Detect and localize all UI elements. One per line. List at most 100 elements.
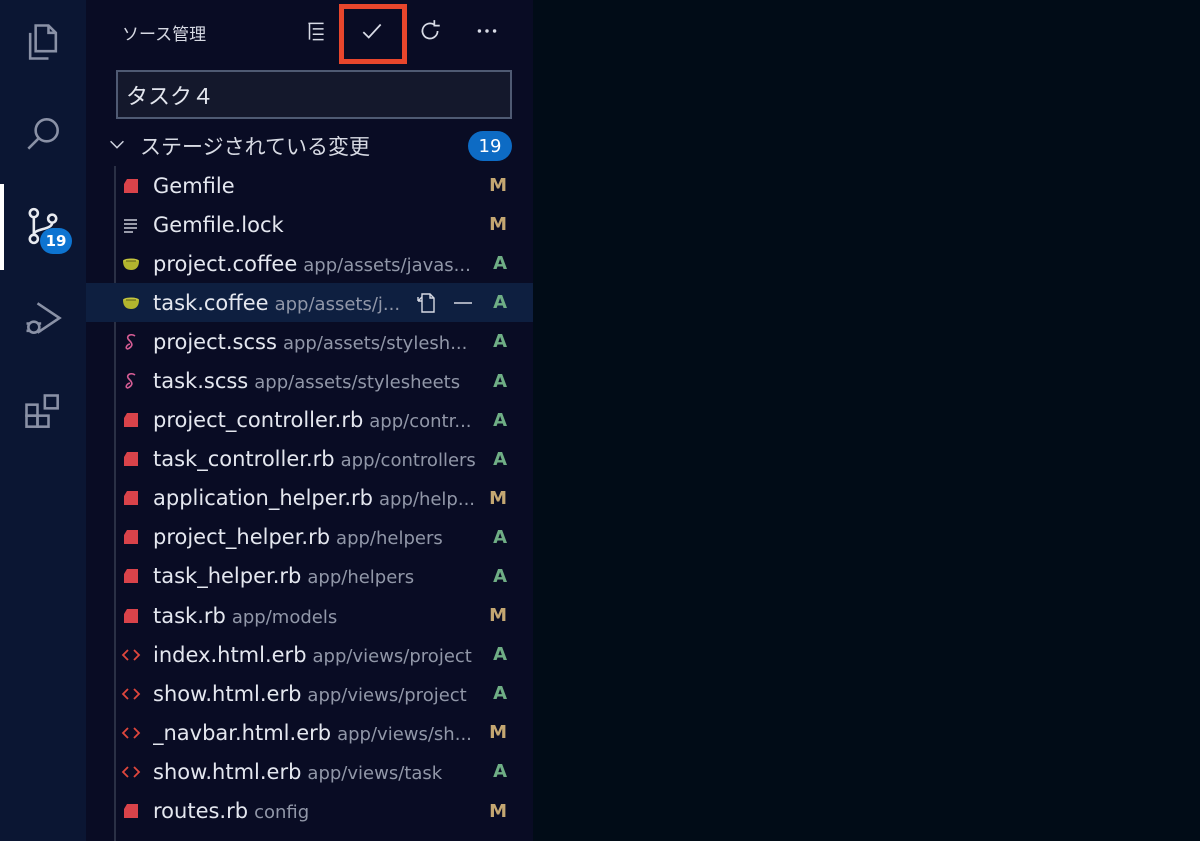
file-status: A: [493, 683, 507, 705]
file-path: app/views/sh...: [337, 723, 472, 745]
staged-count-badge: 19: [468, 131, 512, 161]
file-row[interactable]: project.coffee app/assets/javas... A: [86, 244, 533, 283]
file-row[interactable]: task.rb app/models M: [86, 596, 533, 635]
file-status: M: [489, 214, 507, 236]
file-label: index.html.erb app/views/project: [153, 643, 479, 667]
search-button[interactable]: [0, 94, 86, 174]
commit-message-input[interactable]: [116, 70, 512, 119]
file-path: app/helpers: [307, 567, 415, 589]
refresh-button[interactable]: [410, 10, 450, 52]
open-file-icon[interactable]: [413, 289, 441, 317]
file-status: A: [493, 761, 507, 783]
file-label: task_helper.rb app/helpers: [153, 564, 479, 588]
file-label: task.coffee app/assets/j...: [153, 291, 419, 315]
file-name: show.html.erb: [153, 681, 302, 706]
file-name: task_helper.rb: [153, 564, 302, 589]
files-icon: [28, 24, 58, 60]
view-as-tree-icon: [308, 22, 324, 41]
more-actions-button[interactable]: [467, 10, 507, 52]
file-label: task_controller.rb app/controllers: [153, 447, 479, 471]
explorer-button[interactable]: [0, 2, 86, 82]
file-label: application_helper.rb app/help...: [153, 486, 479, 510]
file-row[interactable]: routes.rb config M: [86, 792, 533, 831]
file-label: _navbar.html.erb app/views/sh...: [153, 721, 479, 745]
file-row[interactable]: task.scss app/assets/stylesheets A: [86, 361, 533, 400]
html-icon: [120, 683, 142, 705]
file-name: project.scss: [153, 329, 277, 354]
extensions-button[interactable]: [0, 372, 86, 452]
file-row[interactable]: Gemfile M: [86, 166, 533, 205]
commit-highlight-box: [339, 4, 407, 64]
ruby-icon: [120, 605, 142, 627]
file-name: task.coffee: [153, 290, 269, 315]
file-name: Gemfile: [153, 173, 235, 198]
ruby-icon: [120, 409, 142, 431]
file-status: M: [489, 487, 507, 509]
file-status: A: [493, 644, 507, 666]
unstage-icon[interactable]: [449, 289, 477, 317]
file-path: app/assets/j...: [274, 293, 401, 315]
file-path: app/controllers: [340, 450, 476, 472]
file-path: app/views/task: [307, 762, 443, 784]
file-status: A: [493, 409, 507, 431]
file-label: routes.rb config: [153, 799, 479, 823]
search-icon: [27, 118, 59, 150]
activity-bar: 19: [0, 0, 86, 841]
file-status: A: [493, 331, 507, 353]
file-status: A: [493, 292, 507, 314]
ruby-icon: [120, 487, 142, 509]
file-label: project.coffee app/assets/javas...: [153, 252, 479, 276]
run-debug-button[interactable]: [0, 278, 86, 358]
ruby-icon: [120, 448, 142, 470]
file-row[interactable]: task.coffee app/assets/j... A: [86, 283, 533, 323]
staged-changes-label: ステージされている変更: [140, 135, 370, 159]
file-row[interactable]: index.html.erb app/views/project A: [86, 635, 533, 674]
sass-icon: [120, 370, 142, 392]
source-control-button[interactable]: [0, 186, 86, 266]
file-path: app/contr...: [369, 411, 472, 433]
file-name: routes.rb: [153, 799, 249, 824]
file-status: A: [493, 370, 507, 392]
ruby-icon: [120, 565, 142, 587]
file-label: project_controller.rb app/contr...: [153, 408, 479, 432]
html-icon: [120, 644, 142, 666]
file-row[interactable]: Gemfile.lock M: [86, 205, 533, 244]
file-row[interactable]: project_controller.rb app/contr... A: [86, 401, 533, 440]
file-status: A: [493, 253, 507, 275]
file-row[interactable]: project.scss app/assets/stylesh... A: [86, 322, 533, 361]
file-name: task.scss: [153, 369, 249, 394]
file-row[interactable]: show.html.erb app/views/task A: [86, 752, 533, 791]
file-label: show.html.erb app/views/task: [153, 760, 479, 784]
file-row[interactable]: show.html.erb app/views/project A: [86, 674, 533, 713]
more-icon: [477, 29, 497, 33]
file-row[interactable]: _navbar.html.erb app/views/sh... M: [86, 713, 533, 752]
file-path: config: [254, 802, 310, 824]
file-row[interactable]: task_helper.rb app/helpers A: [86, 557, 533, 596]
file-status: M: [489, 605, 507, 627]
coffee-icon: [120, 292, 142, 314]
file-status: A: [493, 526, 507, 548]
file-row[interactable]: project_helper.rb app/helpers A: [86, 518, 533, 557]
file-path: app/assets/stylesh...: [282, 332, 468, 354]
file-status: M: [489, 175, 507, 197]
view-as-tree-button[interactable]: [296, 10, 336, 52]
row-actions: [413, 289, 477, 317]
file-name: task_controller.rb: [153, 447, 335, 472]
coffee-icon: [120, 253, 142, 275]
editor-area: [533, 0, 1200, 841]
staged-file-list: Gemfile M Gemfile.lock Mproject.coffee app/a…: [86, 166, 533, 831]
file-row[interactable]: application_helper.rb app/help... M: [86, 479, 533, 518]
file-row[interactable]: task_controller.rb app/controllers A: [86, 440, 533, 479]
ruby-icon: [120, 526, 142, 548]
file-path: app/views/project: [307, 684, 467, 706]
file-status: M: [489, 722, 507, 744]
refresh-icon: [421, 20, 440, 40]
extensions-icon: [25, 394, 59, 428]
file-name: project_controller.rb: [153, 408, 364, 433]
source-control-badge: 19: [40, 228, 72, 254]
run-debug-icon: [26, 302, 62, 334]
file-label: task.scss app/assets/stylesheets: [153, 369, 479, 393]
staged-changes-header[interactable]: ステージされている変更 19: [106, 128, 518, 164]
file-name: task.rb: [153, 603, 226, 628]
file-status: A: [493, 448, 507, 470]
